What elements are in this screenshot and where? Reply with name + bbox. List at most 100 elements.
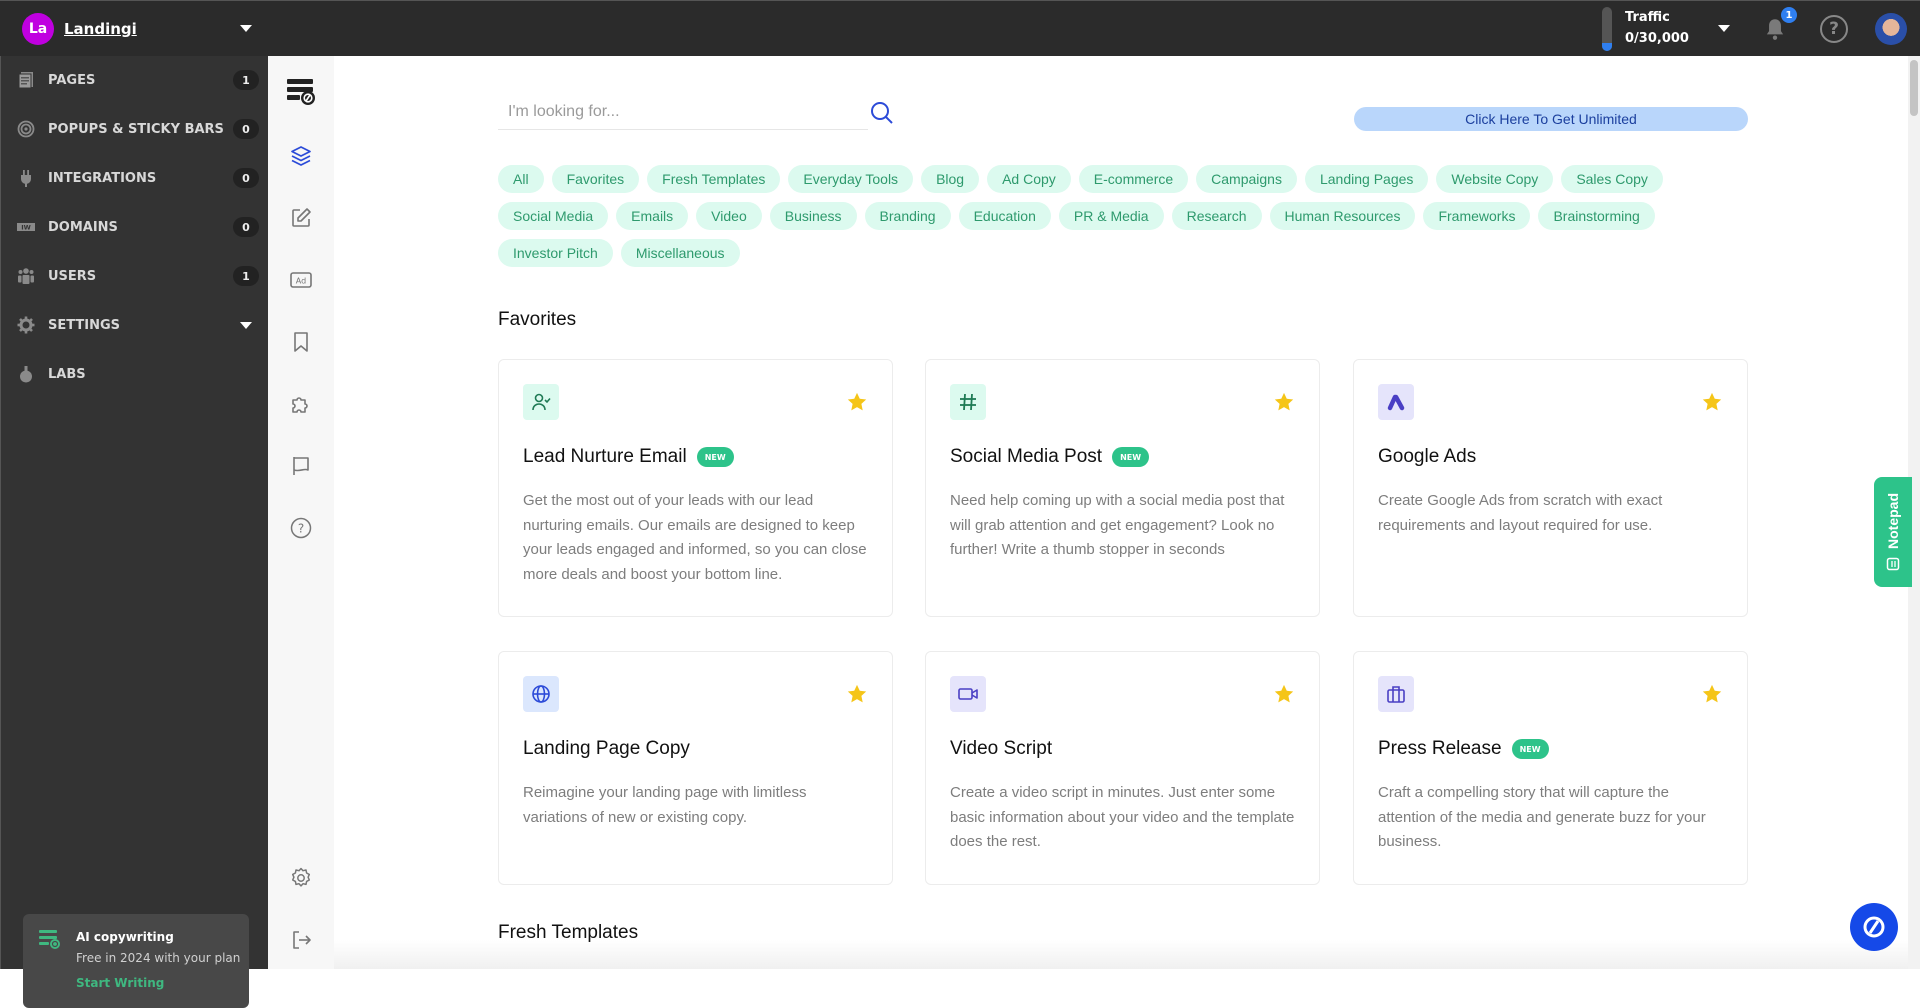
search-icon[interactable] — [868, 99, 896, 127]
category-chip[interactable]: Campaigns — [1196, 165, 1297, 193]
svg-text:IW: IW — [21, 224, 31, 232]
template-card[interactable]: Video Script Create a video script in min… — [925, 651, 1320, 885]
bookmark-icon[interactable] — [288, 329, 314, 355]
category-chip[interactable]: Business — [769, 202, 857, 230]
traffic-chevron-down-icon[interactable] — [1718, 25, 1730, 32]
get-unlimited-button[interactable]: Click Here To Get Unlimited — [1354, 107, 1748, 131]
template-card[interactable]: Lead Nurture Email NEW Get the most out of… — [498, 359, 893, 617]
sidebar-item-settings[interactable]: SETTINGS — [1, 305, 269, 345]
favorite-star-icon[interactable] — [1273, 391, 1295, 413]
category-chip[interactable]: All — [498, 165, 544, 193]
search-input[interactable] — [498, 94, 868, 129]
sidebar-item-label: LABS — [48, 366, 86, 382]
favorite-star-icon[interactable] — [846, 391, 868, 413]
notepad-tab[interactable]: Notepad — [1874, 477, 1912, 587]
category-chip[interactable]: Sales Copy — [1561, 165, 1663, 193]
favorite-star-icon[interactable] — [846, 683, 868, 705]
account-avatar: La — [22, 13, 54, 45]
account-switcher[interactable]: La Landingi — [22, 13, 137, 45]
user-check-icon — [523, 384, 559, 420]
ai-writer-logo-icon[interactable] — [286, 76, 316, 106]
category-chip[interactable]: Investor Pitch — [498, 239, 613, 267]
layers-icon[interactable] — [288, 143, 314, 169]
card-description: Need help coming up with a social media … — [950, 492, 1285, 558]
sidebar-item-popups[interactable]: POPUPS & STICKY BARS 0 — [1, 109, 269, 149]
traffic-bar — [1602, 7, 1612, 51]
logout-icon[interactable] — [288, 927, 314, 953]
search-field[interactable] — [498, 94, 868, 130]
card-description: Craft a compelling story that will captu… — [1378, 784, 1706, 850]
notepad-label: Notepad — [1885, 493, 1901, 549]
traffic-label: Traffic — [1625, 10, 1670, 25]
flag-icon[interactable] — [288, 453, 314, 479]
template-card[interactable]: Google Ads Create Google Ads from scratch… — [1353, 359, 1748, 617]
start-writing-link[interactable]: Start Writing — [76, 976, 164, 990]
sidebar-item-label: DOMAINS — [48, 219, 118, 235]
template-card[interactable]: Press Release NEW Craft a compelling story… — [1353, 651, 1748, 885]
category-chip[interactable]: Blog — [921, 165, 980, 193]
category-chip[interactable]: Research — [1171, 202, 1262, 230]
sidebar-item-domains[interactable]: IW DOMAINS 0 — [1, 207, 269, 247]
category-chip[interactable]: Video — [696, 202, 762, 230]
user-avatar[interactable] — [1875, 13, 1907, 45]
edit-icon[interactable] — [288, 205, 314, 231]
help-icon[interactable]: ? — [1820, 15, 1848, 43]
category-chip[interactable]: Education — [958, 202, 1051, 230]
category-chip[interactable]: Emails — [616, 202, 689, 230]
category-chip[interactable]: Human Resources — [1269, 202, 1416, 230]
category-chip[interactable]: Website Copy — [1436, 165, 1554, 193]
category-chip[interactable]: Landing Pages — [1304, 165, 1429, 193]
template-card[interactable]: Landing Page Copy Reimagine your landing … — [498, 651, 893, 885]
favorites-section-title: Favorites — [498, 309, 577, 330]
category-chip[interactable]: Branding — [864, 202, 951, 230]
count-badge: 0 — [233, 119, 259, 139]
traffic-meter[interactable]: Traffic 0/30,000 — [1602, 7, 1689, 51]
category-filter-list: All Favorites Fresh Templates Everyday Tool… — [498, 165, 1758, 267]
category-chip[interactable]: Miscellaneous — [620, 239, 740, 267]
category-chip[interactable]: PR & Media — [1058, 202, 1164, 230]
sidebar-item-pages[interactable]: PAGES 1 — [1, 60, 269, 100]
chat-logo-icon — [1863, 916, 1885, 938]
ad-icon[interactable]: Ad — [288, 267, 314, 293]
tool-icon-bar: Ad ? — [268, 56, 334, 969]
domain-icon: IW — [17, 223, 35, 232]
new-badge: NEW — [1511, 739, 1549, 759]
ai-writer-icon — [39, 930, 60, 949]
category-chip[interactable]: Everyday Tools — [788, 165, 914, 193]
sidebar-item-label: POPUPS & STICKY BARS — [48, 121, 224, 137]
scrollbar-thumb[interactable] — [1910, 60, 1918, 116]
puzzle-icon[interactable] — [288, 391, 314, 417]
card-title: Lead Nurture Email NEW — [523, 446, 734, 468]
category-chip[interactable]: Frameworks — [1423, 202, 1531, 230]
card-title: Social Media Post NEW — [950, 446, 1150, 468]
sidebar-item-users[interactable]: USERS 1 — [1, 256, 269, 296]
favorite-star-icon[interactable] — [1273, 683, 1295, 705]
category-chip[interactable]: Ad Copy — [987, 165, 1071, 193]
card-title: Google Ads — [1378, 446, 1476, 468]
sidebar-item-label: INTEGRATIONS — [48, 170, 157, 186]
category-chip[interactable]: E-commerce — [1078, 165, 1189, 193]
sidebar-item-labs[interactable]: LABS — [1, 354, 269, 394]
favorite-star-icon[interactable] — [1701, 683, 1723, 705]
chat-button[interactable] — [1850, 903, 1898, 951]
category-chip[interactable]: Fresh Templates — [647, 165, 781, 193]
sidebar-item-integrations[interactable]: INTEGRATIONS 0 — [1, 158, 269, 198]
category-chip[interactable]: Favorites — [551, 165, 640, 193]
card-description: Get the most out of your leads with our … — [523, 492, 867, 583]
category-chip[interactable]: Social Media — [498, 202, 609, 230]
main-content: Click Here To Get Unlimited AllFavorites… — [334, 56, 1920, 969]
favorite-star-icon[interactable] — [1701, 391, 1723, 413]
card-title-text: Lead Nurture Email — [523, 446, 687, 467]
card-title-text: Google Ads — [1378, 446, 1477, 467]
template-card[interactable]: Social Media Post NEW Need help coming up … — [925, 359, 1320, 617]
settings-icon[interactable] — [288, 865, 314, 891]
category-chip[interactable]: Brainstorming — [1538, 202, 1655, 230]
svg-text:Ad: Ad — [296, 277, 306, 286]
help-circle-icon[interactable]: ? — [288, 515, 314, 541]
traffic-bar-fill — [1602, 43, 1612, 51]
chevron-down-icon[interactable] — [240, 25, 252, 32]
count-badge: 1 — [233, 70, 259, 90]
card-description: Create Google Ads from scratch with exac… — [1378, 492, 1663, 534]
plug-icon — [21, 170, 31, 187]
account-name[interactable]: Landingi — [64, 20, 137, 38]
